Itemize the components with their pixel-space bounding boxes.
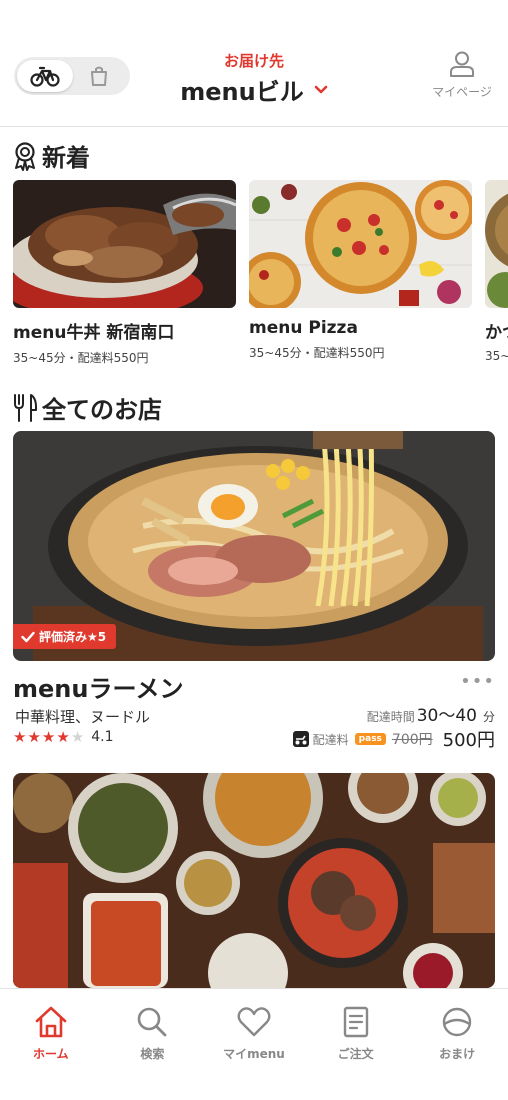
new-shop-card[interactable]: かつ 35~ — [485, 180, 508, 363]
beef-bowl-photo — [13, 180, 236, 308]
address-selector[interactable]: menuビル — [150, 72, 358, 107]
nav-bonus[interactable]: おまけ — [406, 989, 508, 1100]
all-shops-title: 全てのお店 — [42, 396, 162, 424]
new-shops-carousel[interactable]: menu牛丼 新宿南口 35~45分・配達料550円 menu Pizza 35… — [13, 180, 508, 370]
pizza-photo — [249, 180, 472, 308]
feast-photo — [13, 773, 495, 988]
shop-rating: ★ ★ ★ ★ ★ 4.1 — [13, 729, 114, 745]
home-icon — [35, 1006, 67, 1038]
new-section-heading: 新着 — [12, 138, 90, 173]
checkmark-icon — [21, 631, 35, 642]
nav-orders[interactable]: ご注文 — [305, 989, 407, 1100]
new-shop-name: menu牛丼 新宿南口 — [13, 323, 175, 343]
star-icon: ★ — [27, 727, 41, 746]
shop-image — [13, 773, 495, 988]
rating-value: 4.1 — [91, 729, 114, 745]
app-header: お届け先 menuビル マイページ — [0, 0, 508, 127]
award-ribbon-icon — [15, 141, 35, 171]
new-shop-card[interactable]: menu Pizza 35~45分・配達料550円 — [249, 180, 472, 361]
nav-label: 検索 — [140, 1047, 165, 1061]
user-icon — [450, 51, 474, 77]
nav-label: ホーム — [32, 1047, 69, 1061]
nav-label: おまけ — [439, 1047, 476, 1061]
new-shop-meta: 35~45分・配達料550円 — [249, 346, 385, 360]
shop-genre: 中華料理、ヌードル — [15, 708, 151, 726]
mypage-label: マイページ — [432, 85, 492, 99]
delivery-time-unit: 分 — [482, 710, 495, 724]
mypage-button[interactable]: マイページ — [426, 50, 498, 100]
delivery-fee-label: 配達料 — [312, 732, 349, 747]
delivery-time-value: 30〜40 — [416, 706, 477, 726]
heart-icon — [237, 1007, 271, 1037]
star-icon: ★ — [56, 727, 70, 746]
nav-home[interactable]: ホーム — [0, 989, 102, 1100]
delivery-time-label: 配達時間 — [366, 710, 415, 724]
star-icon: ★ — [13, 727, 27, 746]
search-icon — [138, 1007, 167, 1037]
delivery-fee-discounted: 500円 — [442, 730, 495, 751]
bonus-icon — [442, 1007, 472, 1037]
delivery-fee-original: 700円 — [391, 732, 433, 748]
new-shop-meta: 35~ — [485, 349, 508, 363]
nav-my-menu[interactable]: マイmenu — [203, 989, 305, 1100]
nav-label: ご注文 — [337, 1047, 374, 1061]
new-section-title: 新着 — [42, 144, 90, 172]
pass-badge: pass — [354, 733, 386, 745]
delivery-scooter-icon — [292, 731, 309, 747]
shop-card[interactable] — [13, 773, 495, 988]
new-shop-meta: 35~45分・配達料550円 — [13, 351, 149, 365]
receipt-icon — [343, 1006, 368, 1038]
shop-image: 評価済み★5 — [13, 431, 495, 661]
shop-name: menuラーメン — [13, 675, 184, 703]
food-photo — [485, 180, 508, 308]
star-empty-icon: ★ — [70, 727, 85, 746]
new-shop-name: menu Pizza — [249, 318, 358, 338]
chevron-down-icon — [314, 85, 328, 93]
nav-label: マイmenu — [223, 1047, 285, 1061]
delivery-time: 配達時間 30〜40 分 — [367, 701, 495, 726]
new-shop-card[interactable]: menu牛丼 新宿南口 35~45分・配達料550円 — [13, 180, 236, 366]
address-text: menuビル — [180, 78, 304, 106]
rated-badge: 評価済み★5 — [13, 624, 117, 649]
nav-search[interactable]: 検索 — [102, 989, 204, 1100]
new-shop-name: かつ — [485, 323, 508, 343]
bottom-navigation: ホーム 検索 マイmenu ご注文 おまけ — [0, 988, 508, 1100]
shop-card[interactable]: 評価済み★5 menuラーメン ••• 中華料理、ヌードル ★ ★ ★ ★ ★ … — [13, 431, 495, 761]
all-shops-heading: 全てのお店 — [12, 390, 162, 425]
more-options-button[interactable]: ••• — [460, 671, 495, 692]
delivery-fee: 配達料 pass 700円 500円 — [292, 726, 495, 752]
rated-badge-label: 評価済み★5 — [39, 630, 107, 644]
fork-knife-icon — [14, 393, 37, 422]
star-icon: ★ — [41, 727, 56, 746]
